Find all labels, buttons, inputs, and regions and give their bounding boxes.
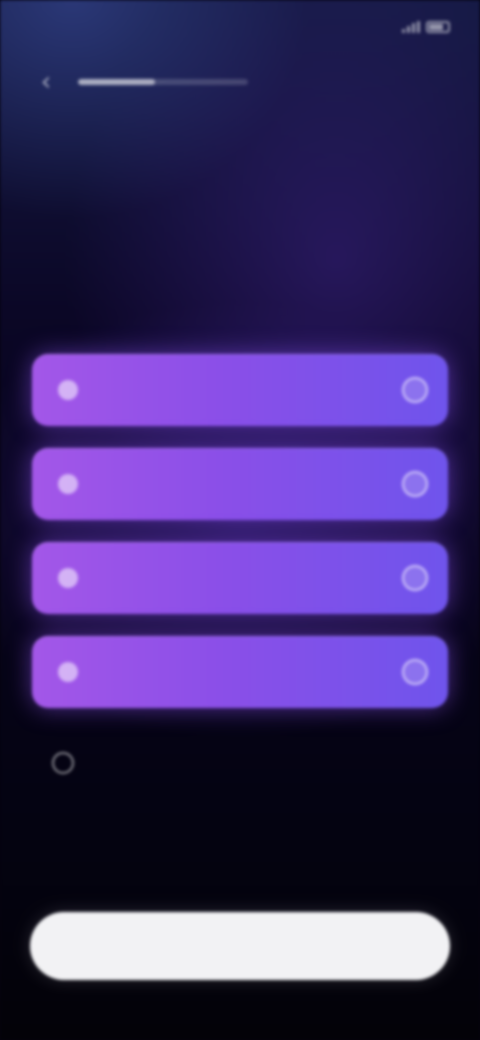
option-icon bbox=[58, 474, 78, 494]
other-option[interactable] bbox=[52, 752, 90, 774]
answer-option-4[interactable] bbox=[32, 636, 448, 708]
quiz-screen: ‹ bbox=[0, 0, 480, 1040]
top-nav: ‹ bbox=[30, 62, 450, 102]
answer-options bbox=[32, 354, 448, 708]
signal-icon bbox=[402, 21, 420, 33]
radio-indicator bbox=[402, 377, 428, 403]
back-button[interactable]: ‹ bbox=[30, 66, 62, 98]
radio-indicator bbox=[402, 565, 428, 591]
radio-indicator bbox=[402, 659, 428, 685]
option-icon bbox=[58, 380, 78, 400]
chevron-left-icon: ‹ bbox=[40, 67, 52, 97]
option-icon bbox=[58, 568, 78, 588]
status-icons bbox=[402, 21, 450, 33]
radio-indicator bbox=[402, 471, 428, 497]
answer-option-1[interactable] bbox=[32, 354, 448, 426]
answer-option-2[interactable] bbox=[32, 448, 448, 520]
progress-bar bbox=[78, 79, 248, 85]
circle-icon bbox=[52, 752, 74, 774]
battery-icon bbox=[426, 21, 450, 33]
option-icon bbox=[58, 662, 78, 682]
answer-option-3[interactable] bbox=[32, 542, 448, 614]
continue-button[interactable] bbox=[30, 912, 450, 980]
progress-fill bbox=[78, 79, 155, 85]
status-bar bbox=[36, 14, 450, 40]
